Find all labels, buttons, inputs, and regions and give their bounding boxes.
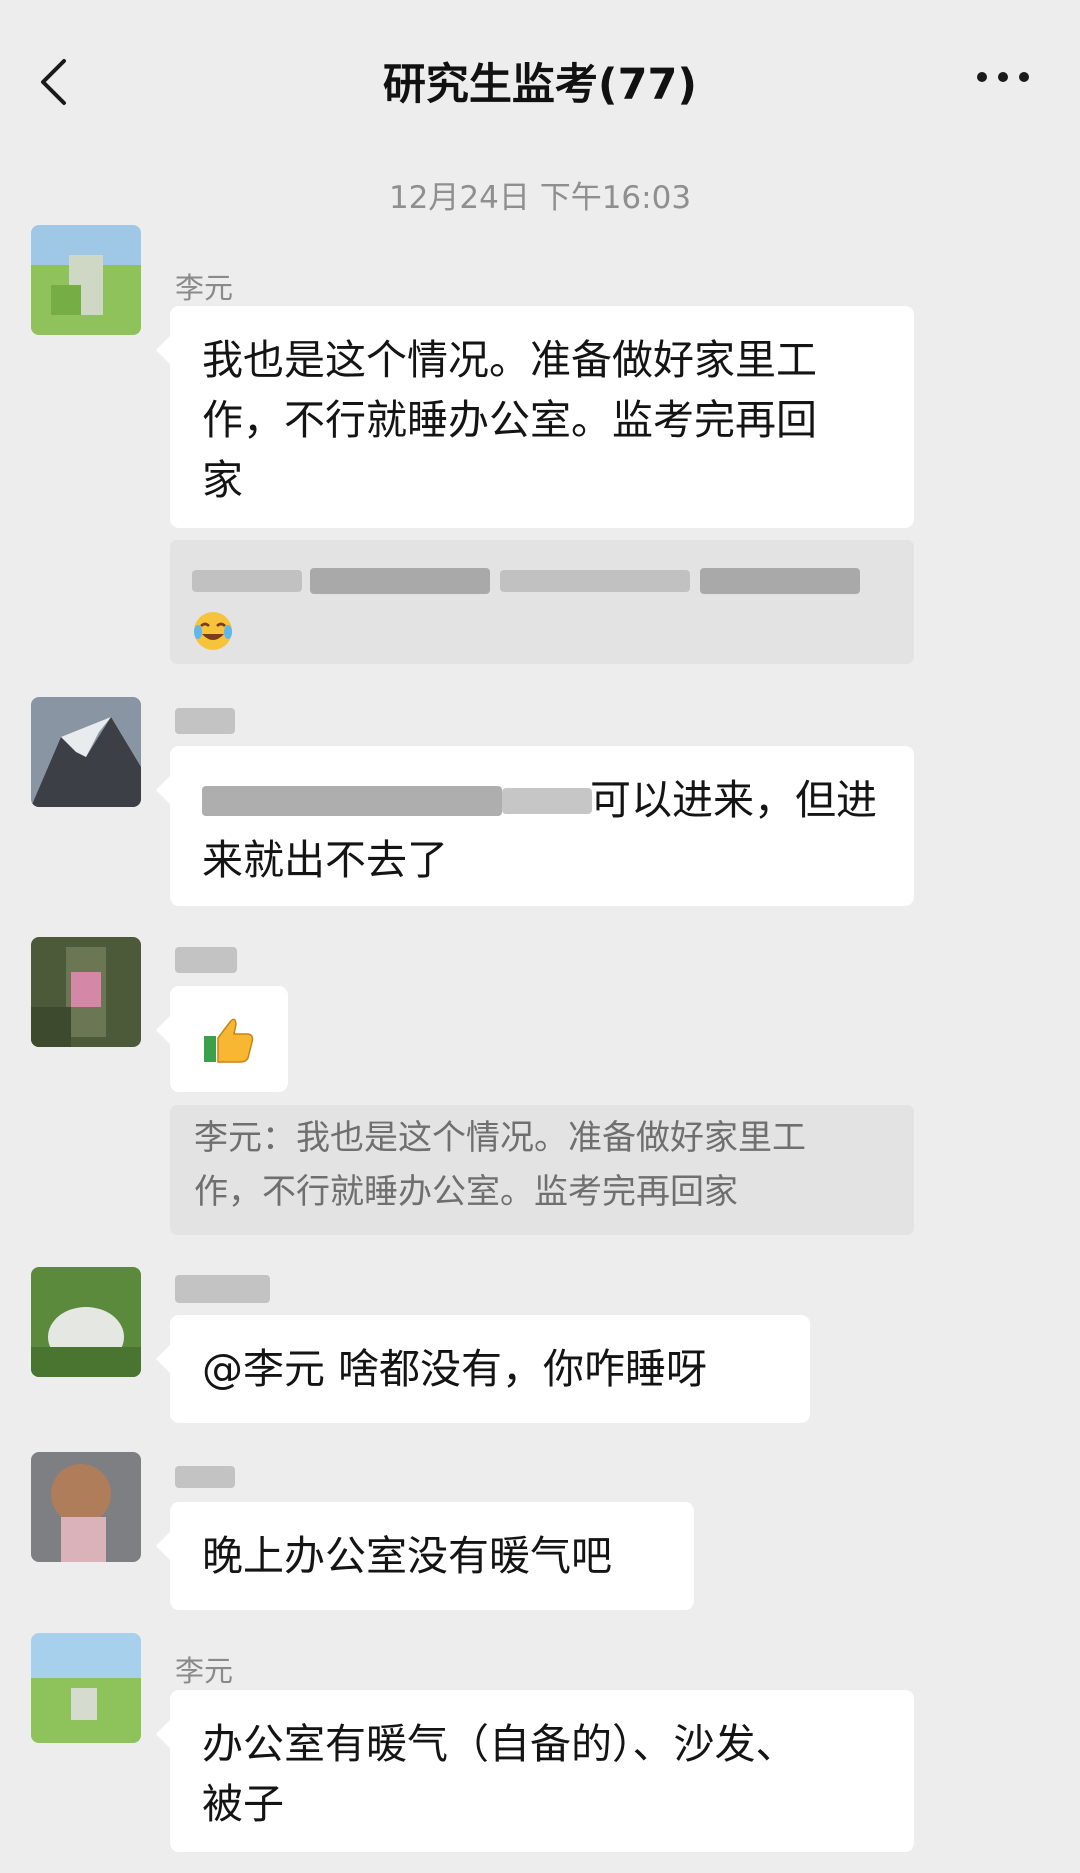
sender-name: 李元 xyxy=(175,1654,234,1688)
quoted-message[interactable]: 李元：我也是这个情况。准备做好家里工 作，不行就睡办公室。监考完再回家 xyxy=(170,1105,914,1235)
laughing-crying-emoji xyxy=(194,612,232,650)
chat-title: 研究生监考(77) xyxy=(382,60,698,110)
message-line: 家 xyxy=(202,456,243,504)
message-text: @李元 啥都没有，你咋睡呀 xyxy=(202,1345,708,1393)
sender-name xyxy=(175,708,235,734)
message-line: 办公室有暖气（自备的）、沙发、 xyxy=(202,1720,797,1768)
sender-name xyxy=(175,1275,270,1303)
sender-name xyxy=(175,1466,235,1488)
message-bubble[interactable]: 办公室有暖气（自备的）、沙发、 被子 xyxy=(156,1690,914,1852)
message-text: 可以进来，但进 xyxy=(590,776,877,824)
message-line: 我也是这个情况。准备做好家里工 xyxy=(202,336,817,384)
avatar[interactable] xyxy=(31,1633,141,1743)
quote-line: 李元：我也是这个情况。准备做好家里工 xyxy=(194,1118,806,1158)
message-bubble[interactable]: 晚上办公室没有暖气吧 xyxy=(156,1502,694,1610)
avatar[interactable] xyxy=(31,225,141,335)
sender-name: 李元 xyxy=(175,271,234,305)
message-text: 晚上办公室没有暖气吧 xyxy=(202,1532,612,1580)
chat-header: 研究生监考(77) xyxy=(0,0,1080,160)
quoted-message[interactable] xyxy=(170,540,914,664)
avatar[interactable] xyxy=(31,1452,141,1562)
sender-name xyxy=(175,947,237,973)
more-dots-icon[interactable] xyxy=(975,70,1031,84)
thumbs-up-emoji xyxy=(204,1018,254,1063)
avatar[interactable] xyxy=(31,1267,141,1377)
message-bubble[interactable] xyxy=(156,986,288,1092)
message-bubble[interactable]: 我也是这个情况。准备做好家里工 作，不行就睡办公室。监考完再回 家 xyxy=(156,306,914,528)
avatar[interactable] xyxy=(31,937,141,1047)
message-bubble[interactable]: @李元 啥都没有，你咋睡呀 xyxy=(156,1315,810,1423)
message-line: 作，不行就睡办公室。监考完再回 xyxy=(202,396,817,444)
message-timestamp: 12月24日 下午16:03 xyxy=(388,180,692,216)
message-line: 被子 xyxy=(202,1780,284,1828)
avatar[interactable] xyxy=(31,697,141,807)
quote-line: 作，不行就睡办公室。监考完再回家 xyxy=(194,1172,738,1212)
message-line: 来就出不去了 xyxy=(202,836,448,884)
message-bubble[interactable]: 可以进来，但进 来就出不去了 xyxy=(156,746,914,906)
